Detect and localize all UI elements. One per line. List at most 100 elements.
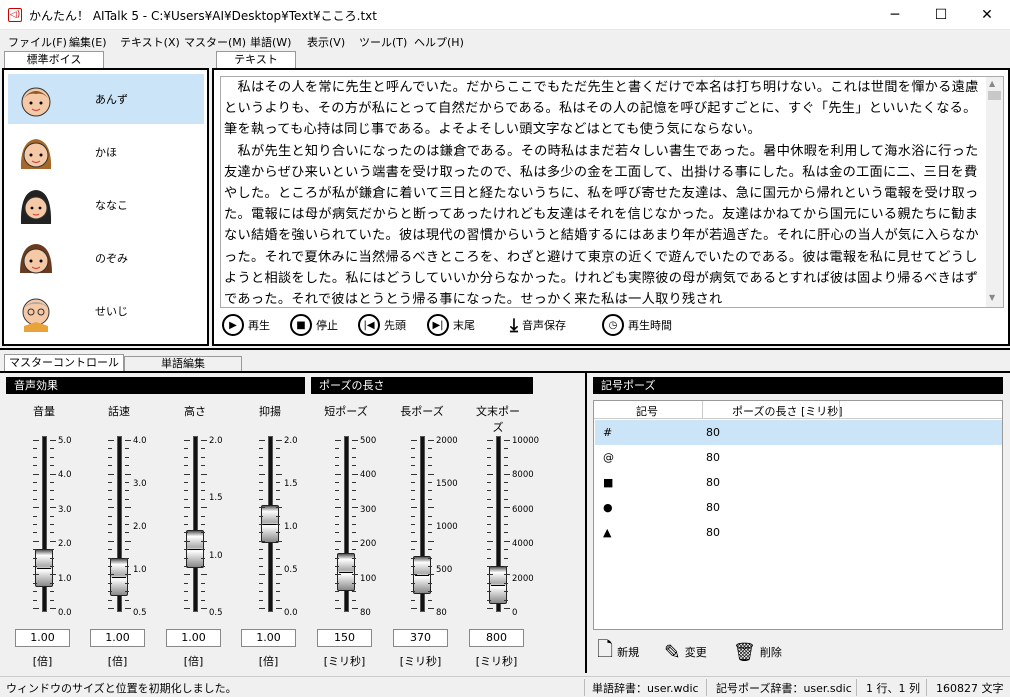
voice-item-nanako[interactable]: ななこ bbox=[8, 180, 204, 230]
slider-tick bbox=[335, 574, 341, 576]
slider-tick bbox=[411, 507, 417, 509]
slider-label: 高さ bbox=[184, 405, 206, 418]
slider-tick bbox=[335, 465, 339, 467]
voice-item-nozomi[interactable]: のぞみ bbox=[8, 233, 204, 283]
tab-standard-voice[interactable]: 標準ボイス bbox=[4, 51, 104, 69]
edit-button[interactable]: ✎ 変更 bbox=[664, 640, 707, 664]
slider-tick bbox=[184, 507, 190, 509]
voice-item-anzu[interactable]: あんず bbox=[8, 74, 204, 124]
slider-tick bbox=[487, 448, 491, 450]
slider-tick-label: 1500 bbox=[436, 479, 458, 489]
slider-tick bbox=[259, 549, 263, 551]
slider-tick-label: 4000 bbox=[512, 539, 534, 550]
voice-item-kaho[interactable]: かほ bbox=[8, 127, 204, 177]
voice-item-seiji[interactable]: せいじ bbox=[8, 286, 204, 336]
slider-value[interactable]: 150 bbox=[317, 629, 372, 647]
play-button[interactable]: ▶ 再生 bbox=[222, 313, 270, 337]
avatar-anzu-icon bbox=[21, 87, 51, 117]
slider-tick bbox=[411, 524, 415, 525]
slider-tick bbox=[184, 532, 188, 534]
text-scrollbar[interactable]: ▲ ▼ bbox=[986, 77, 1003, 307]
slider-tick bbox=[125, 465, 129, 467]
head-button[interactable]: |◀ 先頭 bbox=[358, 313, 406, 337]
slider-tick bbox=[411, 608, 417, 609]
menu-view[interactable]: 表示(V) bbox=[307, 34, 345, 50]
slider-tick bbox=[50, 574, 56, 576]
close-button[interactable]: ✕ bbox=[964, 0, 1010, 30]
menu-tools[interactable]: ツール(T) bbox=[359, 34, 407, 50]
slider-value[interactable]: 370 bbox=[393, 629, 448, 647]
slider-tick bbox=[335, 448, 339, 450]
table-row[interactable]: ▲ 80 bbox=[595, 520, 1002, 545]
slider-tick bbox=[201, 456, 205, 458]
table-row[interactable]: #80 bbox=[595, 420, 1002, 445]
slider-value[interactable]: 1.00 bbox=[90, 629, 145, 647]
minimize-button[interactable]: ─ bbox=[872, 0, 918, 30]
symbol-cell: @ bbox=[603, 451, 614, 464]
status-message: ウィンドウのサイズと位置を初期化しました。 bbox=[6, 682, 237, 695]
slider-tick bbox=[276, 566, 280, 567]
slider-tick-label: 3.0 bbox=[58, 504, 72, 515]
slider-tick bbox=[184, 574, 190, 576]
table-row[interactable]: ■ 80 bbox=[595, 470, 1002, 495]
slider-track[interactable] bbox=[193, 436, 198, 612]
table-row[interactable]: @80 bbox=[595, 445, 1002, 470]
slider-tick bbox=[352, 482, 356, 483]
slider-value[interactable]: 800 bbox=[469, 629, 524, 647]
save-audio-button[interactable]: ⤓ 音声保存 bbox=[510, 313, 566, 337]
slider-tick bbox=[352, 574, 358, 576]
maximize-button[interactable]: ☐ bbox=[918, 0, 964, 30]
slider-tick bbox=[33, 540, 39, 542]
stop-button[interactable]: ■ 停止 bbox=[290, 313, 338, 337]
slider-tick-label: 80 bbox=[436, 608, 447, 618]
slider-tick bbox=[352, 557, 356, 559]
slider-tick bbox=[201, 591, 205, 593]
slider-tick bbox=[411, 582, 415, 584]
slider-tick bbox=[504, 498, 508, 500]
new-button[interactable]: 🗋 新規 bbox=[597, 637, 639, 664]
slider-value[interactable]: 1.00 bbox=[166, 629, 221, 647]
slider-tick bbox=[50, 490, 54, 492]
slider-tick bbox=[487, 549, 491, 551]
menu-file[interactable]: ファイル(F) bbox=[8, 34, 67, 50]
slider-tick bbox=[33, 456, 37, 458]
tab-text[interactable]: テキスト bbox=[216, 51, 296, 69]
tab-word-edit[interactable]: 単語編集 bbox=[124, 356, 242, 372]
table-row[interactable]: ● 80 bbox=[595, 495, 1002, 520]
slider-tick bbox=[352, 599, 356, 601]
slider-tick bbox=[428, 557, 432, 559]
slider-tick-label: 500 bbox=[360, 436, 377, 446]
menu-text[interactable]: テキスト(X) bbox=[120, 34, 180, 50]
slider-tick-label: 500 bbox=[436, 565, 453, 575]
slider-tick bbox=[335, 507, 341, 509]
slider-value[interactable]: 1.00 bbox=[241, 629, 296, 647]
slider-tick bbox=[201, 515, 205, 517]
slider-value[interactable]: 1.00 bbox=[15, 629, 70, 647]
play-time-button[interactable]: ◷ 再生時間 bbox=[602, 313, 672, 337]
slider-tick bbox=[428, 448, 432, 450]
tab-master-control[interactable]: マスターコントロール bbox=[4, 354, 124, 372]
slider-thumb[interactable] bbox=[110, 557, 128, 596]
avatar-nanako-icon bbox=[20, 190, 52, 224]
slider-tick-label: 400 bbox=[360, 470, 377, 481]
slider-tick bbox=[108, 456, 112, 458]
slider-thumb[interactable] bbox=[35, 548, 53, 587]
slider-tick bbox=[276, 498, 280, 500]
menu-word[interactable]: 単語(W) bbox=[250, 34, 291, 50]
slider-tick bbox=[504, 465, 508, 467]
pause-length-cell: 80 bbox=[706, 501, 720, 514]
menu-edit[interactable]: 編集(E) bbox=[69, 34, 107, 50]
menu-help[interactable]: ヘルプ(H) bbox=[414, 34, 464, 50]
status-symbol-dict: 記号ポーズ辞書：user.sdic bbox=[716, 682, 852, 695]
slider-tick bbox=[125, 591, 129, 593]
slider-tick bbox=[125, 490, 129, 492]
slider-tick bbox=[125, 515, 129, 517]
delete-button[interactable]: 🗑 削除 bbox=[733, 640, 782, 664]
slider-thumb[interactable] bbox=[337, 553, 355, 592]
menu-master[interactable]: マスター(M) bbox=[184, 34, 246, 50]
tail-button[interactable]: ▶| 末尾 bbox=[427, 313, 475, 337]
slider-tick bbox=[33, 608, 39, 609]
text-editor[interactable]: 私はその人を常に先生と呼んでいた。だからここでもただ先生と書くだけで本名は打ち明… bbox=[220, 76, 1004, 308]
text-content[interactable]: 私はその人を常に先生と呼んでいた。だからここでもただ先生と書くだけで本名は打ち明… bbox=[224, 77, 986, 307]
slider-tick bbox=[428, 540, 434, 542]
